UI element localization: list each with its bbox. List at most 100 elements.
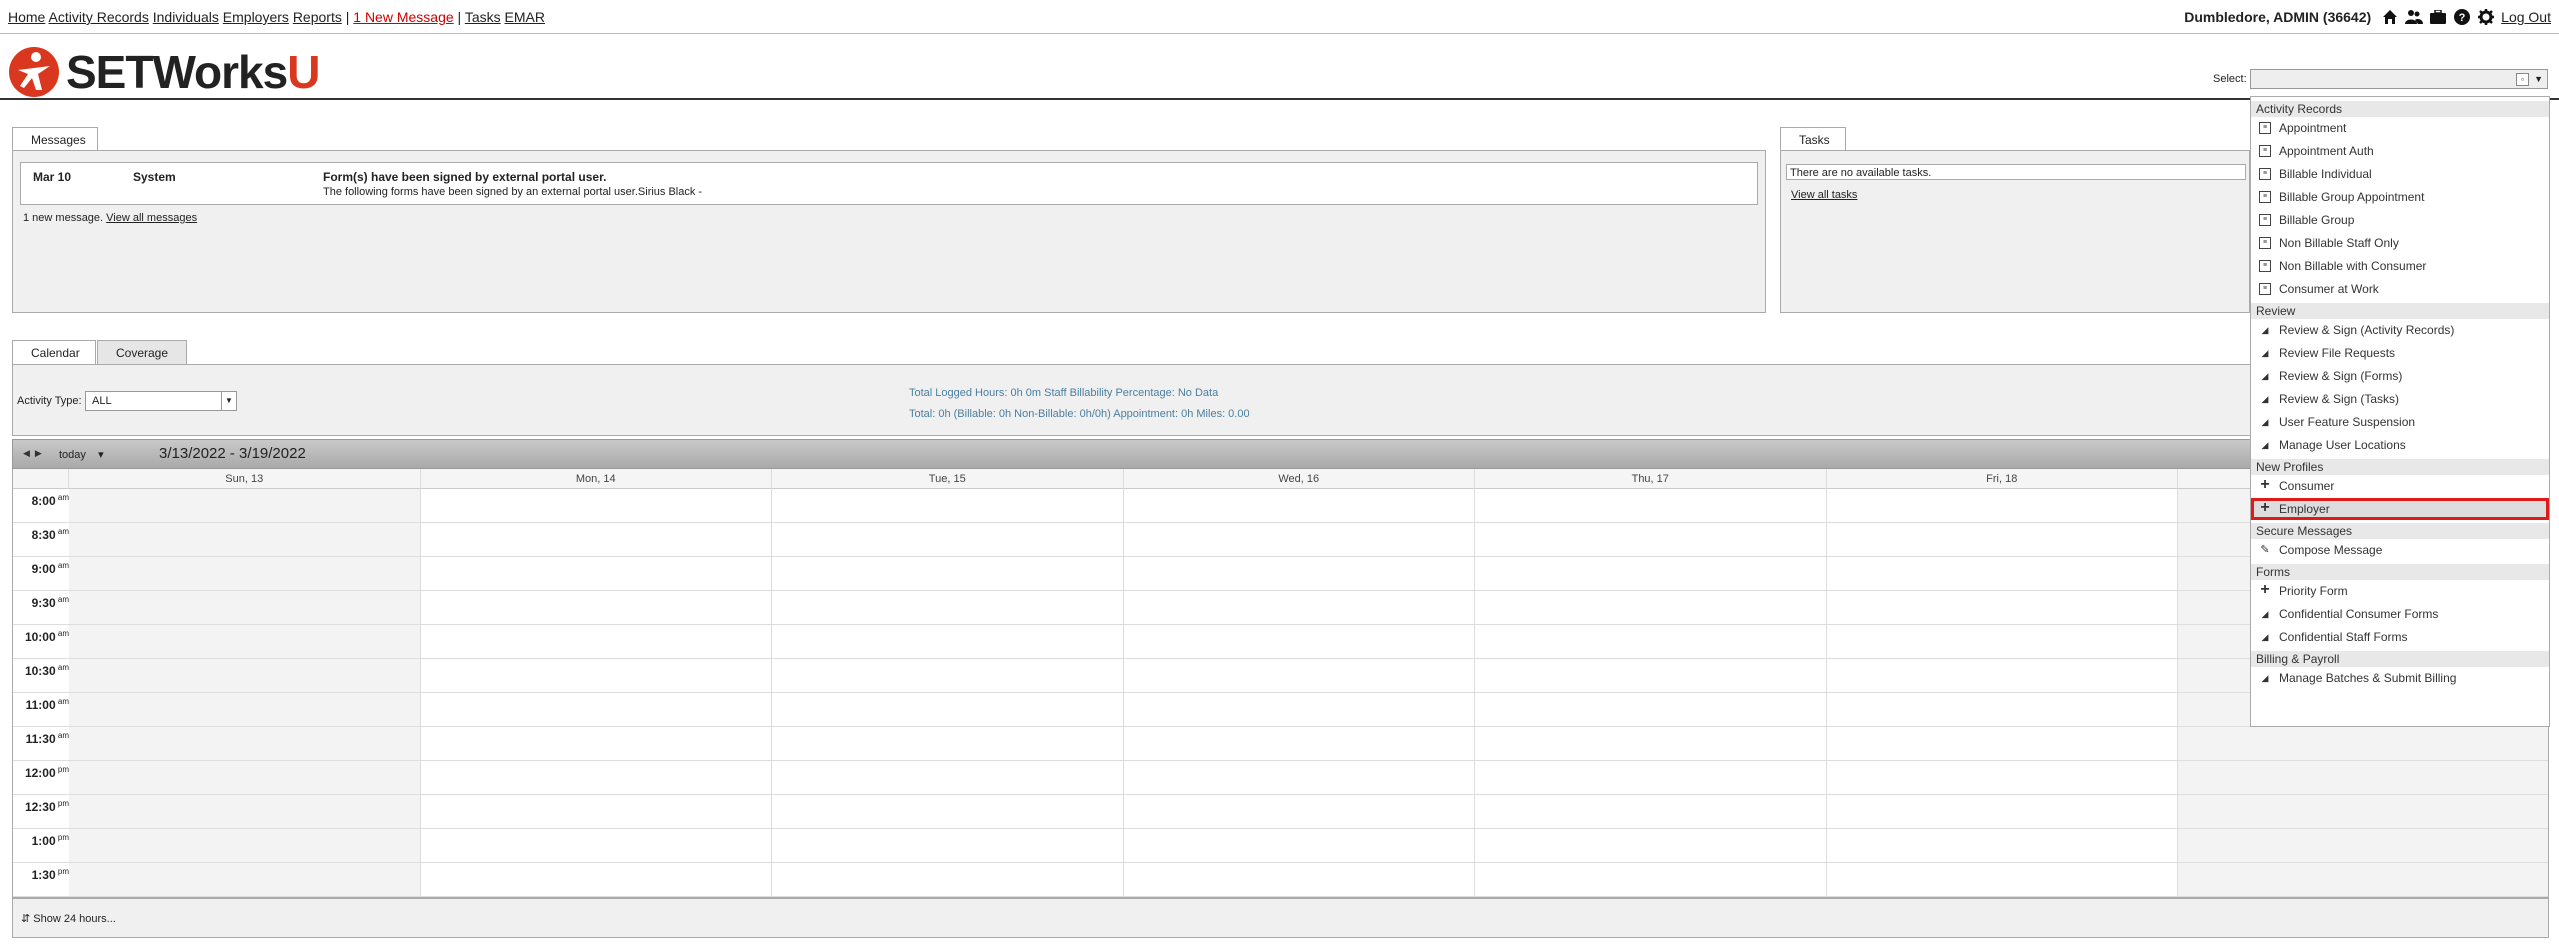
nav-activity-records[interactable]: Activity Records bbox=[48, 9, 148, 25]
menu-item-compose-message[interactable]: ✎ Compose Message bbox=[2251, 539, 2549, 561]
day-header: Wed, 16 bbox=[1123, 469, 1475, 489]
plus-icon: + bbox=[2260, 476, 2270, 493]
menu-item-manage-user-locations[interactable]: ◢ Manage User Locations bbox=[2251, 434, 2549, 456]
nav-employers[interactable]: Employers bbox=[223, 9, 289, 25]
menu-item-billable-individual[interactable]: ≡ Billable Individual bbox=[2251, 163, 2549, 185]
menu-item-label: Consumer at Work bbox=[2279, 282, 2379, 296]
time-row bbox=[13, 863, 2548, 897]
form-icon: ≡ bbox=[2259, 214, 2271, 226]
menu-item-review-sign-activity-records[interactable]: ◢ Review & Sign (Activity Records) bbox=[2251, 319, 2549, 341]
menu-item-review-sign-tasks[interactable]: ◢ Review & Sign (Tasks) bbox=[2251, 388, 2549, 410]
menu-group-header: Forms bbox=[2251, 564, 2549, 580]
triangle-icon: ◢ bbox=[2261, 394, 2269, 404]
menu-item-billable-group-appointment[interactable]: ≡ Billable Group Appointment bbox=[2251, 186, 2549, 208]
menu-item-user-feature-suspension[interactable]: ◢ User Feature Suspension bbox=[2251, 411, 2549, 433]
today-button[interactable]: today ▾ bbox=[59, 448, 104, 461]
message-count: 1 new message. View all messages bbox=[23, 212, 197, 224]
menu-item-billable-group[interactable]: ≡ Billable Group bbox=[2251, 209, 2549, 231]
plus-icon: + bbox=[2260, 499, 2270, 516]
tasks-empty-text: There are no available tasks. bbox=[1786, 164, 2246, 180]
menu-group-header: Billing & Payroll bbox=[2251, 651, 2549, 667]
svg-text:?: ? bbox=[2459, 12, 2466, 24]
menu-item-appointment[interactable]: ≡ Appointment bbox=[2251, 117, 2549, 139]
calendar-stats: Total Logged Hours: 0h 0m Staff Billabil… bbox=[909, 383, 1250, 425]
nav-new-message[interactable]: 1 New Message bbox=[353, 9, 453, 25]
menu-item-non-billable-with-consumer[interactable]: ≡ Non Billable with Consumer bbox=[2251, 255, 2549, 277]
time-row bbox=[13, 625, 2548, 659]
menu-item-label: Billable Group Appointment bbox=[2279, 190, 2425, 204]
form-icon: ≡ bbox=[2259, 145, 2271, 157]
briefcase-icon[interactable] bbox=[2429, 8, 2447, 26]
time-label: 1:30 pm bbox=[31, 867, 69, 882]
message-date: Mar 10 bbox=[33, 170, 72, 184]
help-icon[interactable]: ? bbox=[2453, 8, 2471, 26]
chevron-down-icon: ▼ bbox=[2534, 74, 2543, 84]
nav-separator: | bbox=[457, 9, 462, 25]
nav-tasks[interactable]: Tasks bbox=[465, 9, 501, 25]
triangle-icon: ◢ bbox=[2261, 609, 2269, 619]
menu-item-label: Appointment Auth bbox=[2279, 144, 2374, 158]
menu-item-review-sign-forms[interactable]: ◢ Review & Sign (Forms) bbox=[2251, 365, 2549, 387]
show-24-hours-link[interactable]: ⇵ Show 24 hours... bbox=[21, 912, 116, 925]
menu-item-label: Appointment bbox=[2279, 121, 2347, 135]
message-row[interactable]: Mar 10 System Form(s) have been signed b… bbox=[20, 162, 1758, 205]
calendar-grid[interactable]: Sun, 13 Mon, 14 Tue, 15 Wed, 16 Thu, 17 Fri, … bbox=[12, 469, 2549, 898]
plus-icon: + bbox=[2260, 581, 2270, 598]
tab-calendar[interactable]: Calendar bbox=[12, 340, 96, 364]
menu-item-employer[interactable]: + Employer bbox=[2251, 498, 2549, 520]
calendar-nav-arrows[interactable]: ◀ ▶ bbox=[23, 448, 42, 459]
compose-icon: ✎ bbox=[2260, 544, 2270, 556]
menu-group-header: Review bbox=[2251, 303, 2549, 319]
menu-item-review-file-requests[interactable]: ◢ Review File Requests bbox=[2251, 342, 2549, 364]
time-row bbox=[13, 659, 2548, 693]
triangle-icon: ◢ bbox=[2261, 673, 2269, 683]
activity-type-label: Activity Type: bbox=[17, 395, 82, 407]
menu-item-confidential-staff-forms[interactable]: ◢ Confidential Staff Forms bbox=[2251, 626, 2549, 648]
people-icon[interactable] bbox=[2405, 8, 2424, 26]
menu-item-consumer-at-work[interactable]: ≡ Consumer at Work bbox=[2251, 278, 2549, 300]
menu-item-priority-form[interactable]: + Priority Form bbox=[2251, 580, 2549, 602]
tab-coverage[interactable]: Coverage bbox=[97, 340, 187, 364]
day-header: Thu, 17 bbox=[1475, 469, 1827, 489]
time-label: 10:30 am bbox=[24, 663, 69, 678]
logo-wordmark: SETWorksU bbox=[66, 46, 320, 98]
time-header bbox=[13, 469, 69, 489]
menu-item-manage-batches-submit-billing[interactable]: ◢ Manage Batches & Submit Billing bbox=[2251, 667, 2549, 689]
tab-tasks[interactable]: Tasks bbox=[1780, 127, 1846, 151]
menu-item-label: Non Billable with Consumer bbox=[2279, 259, 2427, 273]
time-label: 9:00 am bbox=[31, 561, 69, 576]
logout-link[interactable]: Log Out bbox=[2501, 9, 2551, 25]
time-row bbox=[13, 489, 2548, 523]
home-icon[interactable] bbox=[2381, 8, 2399, 26]
menu-item-appointment-auth[interactable]: ≡ Appointment Auth bbox=[2251, 140, 2549, 162]
menu-item-confidential-consumer-forms[interactable]: ◢ Confidential Consumer Forms bbox=[2251, 603, 2549, 625]
message-count-text: 1 new message. bbox=[23, 212, 104, 224]
chevron-down-icon: ▼ bbox=[221, 392, 236, 410]
time-row bbox=[13, 727, 2548, 761]
activity-type-select[interactable]: ALL ▼ bbox=[85, 391, 237, 411]
form-icon: ≡ bbox=[2259, 283, 2271, 295]
time-row bbox=[13, 795, 2548, 829]
calendar-small-icon: ▫ bbox=[2516, 73, 2529, 86]
menu-item-non-billable-staff-only[interactable]: ≡ Non Billable Staff Only bbox=[2251, 232, 2549, 254]
nav-home[interactable]: Home bbox=[8, 9, 45, 25]
triangle-icon: ◢ bbox=[2261, 371, 2269, 381]
gear-icon[interactable] bbox=[2477, 8, 2495, 26]
view-all-tasks-link[interactable]: View all tasks bbox=[1791, 189, 1857, 201]
time-label: 12:00 pm bbox=[24, 765, 69, 780]
view-all-messages-link[interactable]: View all messages bbox=[106, 212, 197, 224]
time-label: 12:30 pm bbox=[24, 799, 69, 814]
nav-emar[interactable]: EMAR bbox=[505, 9, 545, 25]
nav-reports[interactable]: Reports bbox=[293, 9, 342, 25]
menu-item-label: Consumer bbox=[2279, 479, 2335, 493]
message-subject: Form(s) have been signed by external por… bbox=[323, 170, 607, 184]
nav-separator: | bbox=[345, 9, 350, 25]
nav-individuals[interactable]: Individuals bbox=[153, 9, 219, 25]
select-dropdown[interactable]: ▫ ▼ bbox=[2250, 69, 2548, 89]
menu-item-label: Compose Message bbox=[2279, 543, 2383, 557]
tab-messages[interactable]: Messages bbox=[12, 127, 98, 151]
setworks-logo[interactable]: SETWorksU bbox=[8, 44, 320, 100]
menu-item-consumer[interactable]: + Consumer bbox=[2251, 475, 2549, 497]
menu-item-label: Review & Sign (Forms) bbox=[2279, 369, 2403, 383]
menu-item-label: Review & Sign (Activity Records) bbox=[2279, 323, 2455, 337]
